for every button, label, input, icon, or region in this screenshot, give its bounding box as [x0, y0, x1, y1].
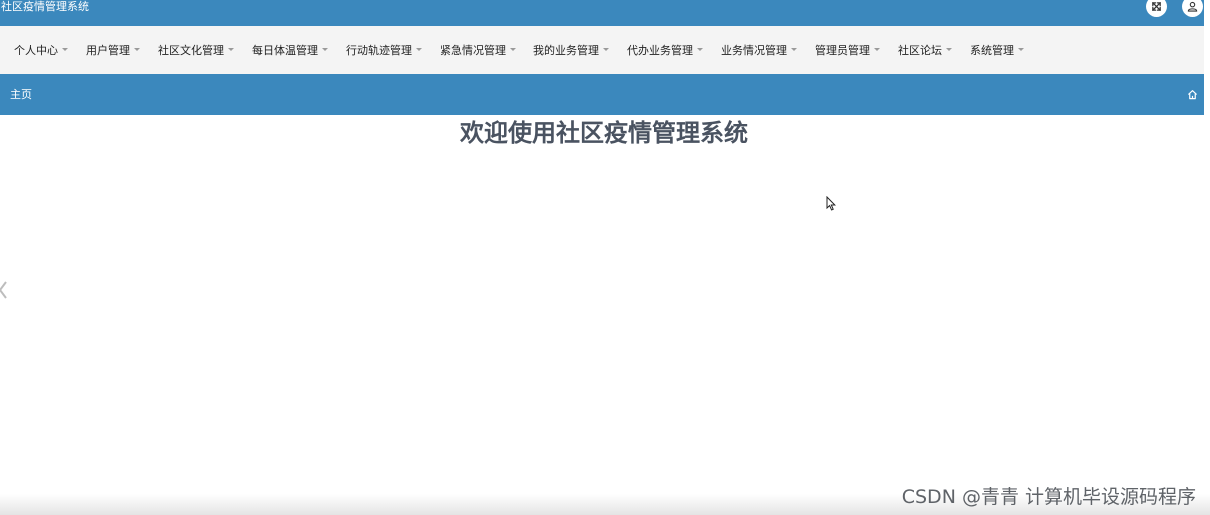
caret-down-icon	[1018, 47, 1024, 51]
nav-item-emergency[interactable]: 紧急情况管理	[440, 26, 516, 74]
caret-down-icon	[510, 47, 516, 51]
home-icon[interactable]	[1187, 89, 1198, 100]
nav-item-user-management[interactable]: 用户管理	[86, 26, 140, 74]
nav-item-agent-business[interactable]: 代办业务管理	[627, 26, 703, 74]
breadcrumb-home-link[interactable]: 主页	[10, 74, 32, 115]
app-title: 社区疫情管理系统	[1, 0, 89, 13]
nav-item-admin-management[interactable]: 管理员管理	[815, 26, 880, 74]
nav-item-label: 个人中心	[14, 44, 58, 57]
chevron-left-icon[interactable]	[0, 281, 8, 299]
nav-item-label: 每日体温管理	[252, 44, 318, 57]
nav-item-community-forum[interactable]: 社区论坛	[898, 26, 952, 74]
nav-item-label: 业务情况管理	[721, 44, 787, 57]
nav-item-label: 管理员管理	[815, 44, 870, 57]
nav-item-community-culture[interactable]: 社区文化管理	[158, 26, 234, 74]
caret-down-icon	[697, 47, 703, 51]
caret-down-icon	[791, 47, 797, 51]
user-icon	[1187, 1, 1198, 12]
caret-down-icon	[322, 47, 328, 51]
caret-down-icon	[228, 47, 234, 51]
nav-item-movement-track[interactable]: 行动轨迹管理	[346, 26, 422, 74]
caret-down-icon	[416, 47, 422, 51]
breadcrumb: 主页	[0, 74, 1204, 115]
nav-item-label: 我的业务管理	[533, 44, 599, 57]
nav-item-system-management[interactable]: 系统管理	[970, 26, 1024, 74]
nav-item-daily-temperature[interactable]: 每日体温管理	[252, 26, 328, 74]
caret-down-icon	[62, 47, 68, 51]
nav-item-label: 社区文化管理	[158, 44, 224, 57]
nav-item-label: 紧急情况管理	[440, 44, 506, 57]
watermark-text: CSDN @青青 计算机毕设源码程序	[901, 486, 1196, 508]
nav-item-label: 代办业务管理	[627, 44, 693, 57]
mouse-cursor-icon	[826, 196, 836, 211]
fullscreen-button[interactable]	[1146, 0, 1167, 17]
nav-item-label: 社区论坛	[898, 44, 942, 57]
main-nav-menu: 个人中心 用户管理 社区文化管理 每日体温管理 行动轨迹管理 紧急情况管理 我的…	[0, 26, 1204, 74]
nav-item-business-status[interactable]: 业务情况管理	[721, 26, 797, 74]
nav-item-my-business[interactable]: 我的业务管理	[533, 26, 609, 74]
caret-down-icon	[946, 47, 952, 51]
fullscreen-icon	[1152, 2, 1161, 11]
nav-item-label: 用户管理	[86, 44, 130, 57]
welcome-heading: 欢迎使用社区疫情管理系统	[460, 119, 748, 147]
nav-item-label: 系统管理	[970, 44, 1014, 57]
user-button[interactable]	[1182, 0, 1203, 17]
caret-down-icon	[134, 47, 140, 51]
top-header-bar: 社区疫情管理系统	[0, 0, 1204, 26]
nav-item-personal-center[interactable]: 个人中心	[14, 26, 68, 74]
caret-down-icon	[603, 47, 609, 51]
page: 社区疫情管理系统 个人中心 用户管理 社区文化管理 每日体温管理 行动轨迹管理 …	[0, 0, 1210, 515]
caret-down-icon	[874, 47, 880, 51]
nav-item-label: 行动轨迹管理	[346, 44, 412, 57]
